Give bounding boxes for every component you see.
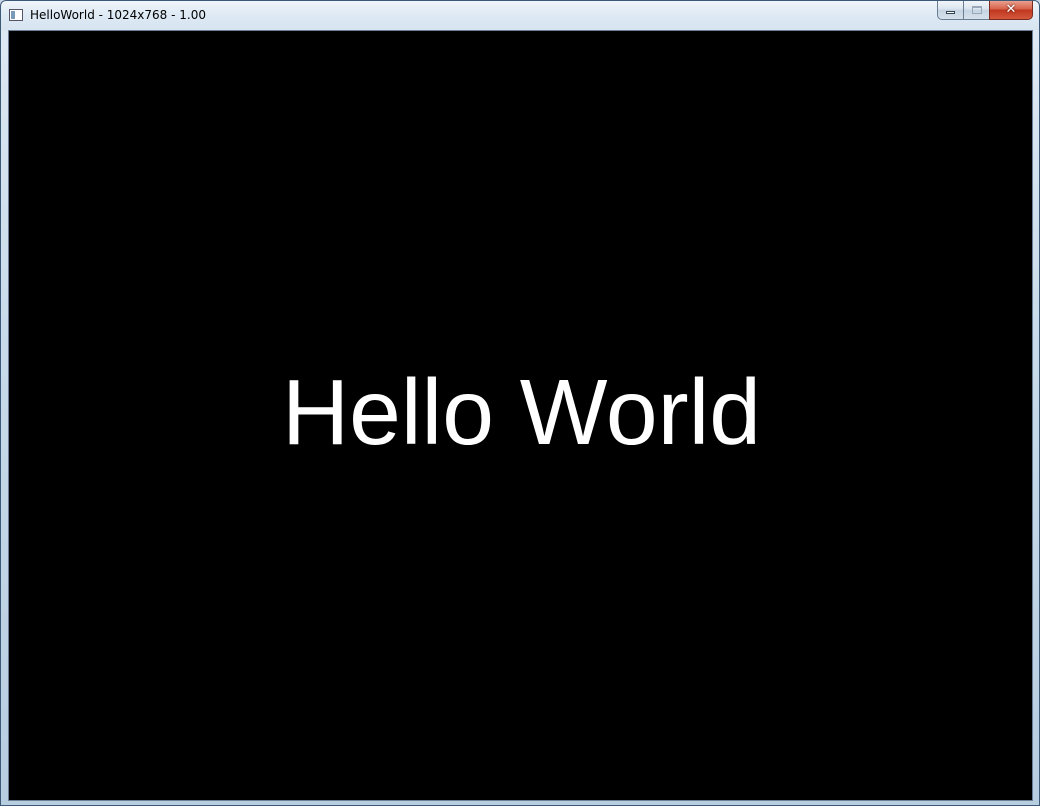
app-window: HelloWorld - 1024x768 - 1.00 ✕ Hello Wor… xyxy=(0,0,1040,806)
render-canvas[interactable]: Hello World xyxy=(8,30,1033,801)
hello-world-text: Hello World xyxy=(282,360,761,464)
minimize-icon xyxy=(946,11,955,14)
window-title: HelloWorld - 1024x768 - 1.00 xyxy=(30,8,206,22)
maximize-icon xyxy=(972,6,982,14)
title-bar[interactable]: HelloWorld - 1024x768 - 1.00 ✕ xyxy=(1,1,1039,30)
app-window-icon[interactable] xyxy=(9,9,23,21)
close-button[interactable]: ✕ xyxy=(989,1,1033,20)
close-icon: ✕ xyxy=(1005,2,1017,17)
window-controls: ✕ xyxy=(937,1,1033,21)
maximize-button[interactable] xyxy=(963,1,989,20)
minimize-button[interactable] xyxy=(937,1,963,20)
